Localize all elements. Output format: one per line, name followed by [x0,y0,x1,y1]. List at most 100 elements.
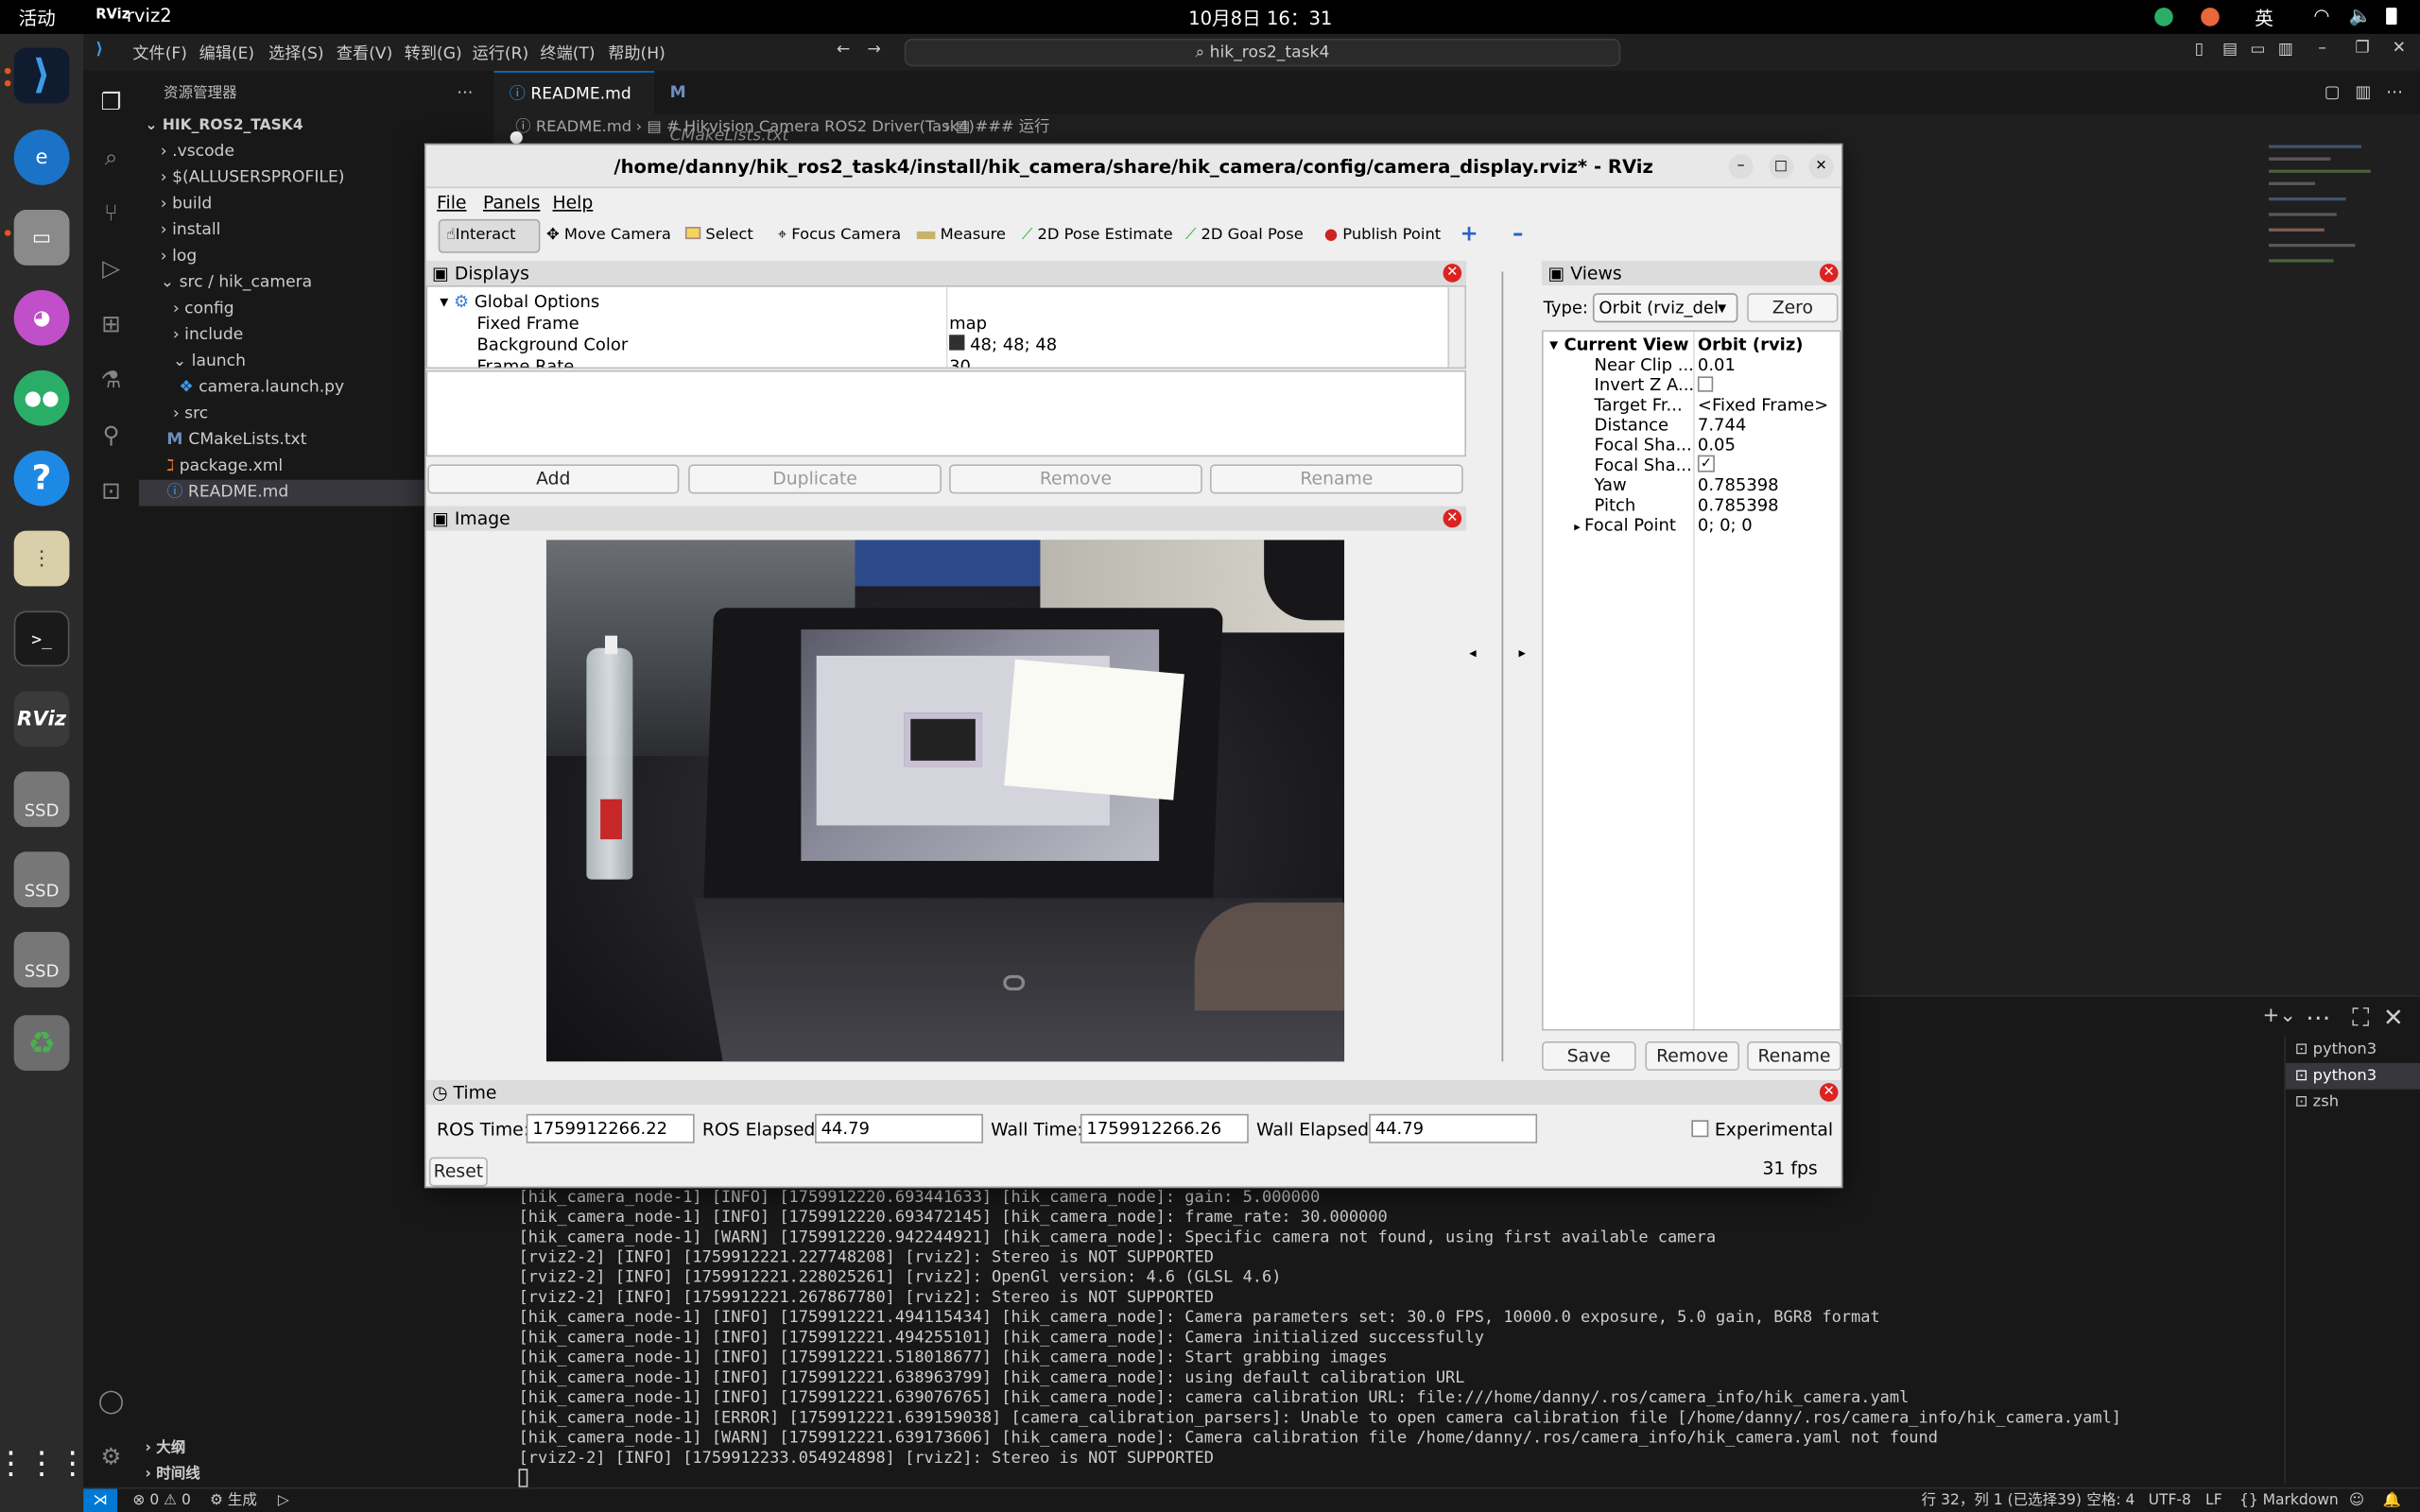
restore-icon[interactable]: ❐ [2355,39,2369,58]
view-type-select[interactable]: Orbit (rviz_del ▾ [1592,293,1738,323]
prop-distance[interactable]: Distance [1595,415,1669,435]
menu-terminal[interactable]: 终端(T) [540,42,608,64]
prop-focal-shape-fixed[interactable]: Focal Sha... [1595,455,1692,475]
encoding[interactable]: UTF-8 [2149,1489,2191,1512]
global-options-row[interactable]: ▾ ⚙ Global Options [440,292,599,312]
minimize-icon[interactable]: – [2318,39,2326,58]
timeline-section[interactable]: › 时间线 [145,1461,500,1487]
maximize-panel-icon[interactable]: ⛶ [2352,1003,2369,1034]
menu-file[interactable]: File [437,191,466,213]
edge-dock-icon[interactable]: e [13,129,70,185]
focal-shape-checkbox[interactable]: ✓ [1697,455,1715,472]
close-icon[interactable]: ✕ [1808,154,1834,180]
split-editor-icon[interactable]: ▥ [2355,82,2371,102]
terminal-list-item[interactable]: ⊡ zsh [2286,1090,2420,1116]
testing-icon[interactable]: ⚗ [95,364,127,395]
cursor-position[interactable]: 行 32，列 1 (已选择39) [1922,1489,2082,1512]
build-status[interactable]: ⚙ 生成 [210,1489,257,1512]
terminal-list-item[interactable]: ⊡ python3 [2285,1062,2420,1090]
new-terminal-icon[interactable]: +⌄ [2262,1005,2296,1027]
notifications-bell-icon[interactable]: 🔔 [2383,1489,2401,1512]
wall-time-field[interactable]: 1759912266.26 [1080,1113,1249,1143]
layout-icon[interactable]: ▯ [2195,40,2204,59]
menu-panels[interactable]: Panels [483,191,540,213]
add-button[interactable]: Add [427,464,680,494]
prop-target-frame[interactable]: Target Fr... [1595,395,1683,415]
duplicate-button[interactable]: Duplicate [688,464,942,494]
source-control-icon[interactable]: ⑂ [95,198,127,229]
tool-move-camera[interactable]: ✥ Move Camera [546,227,671,244]
search-icon[interactable]: ⌕ [95,142,127,173]
minimap[interactable] [2269,139,2374,324]
maximize-icon[interactable]: □ [1769,154,1794,180]
prop-pitch-value[interactable]: 0.785398 [1698,495,1779,515]
prop-background-color-value[interactable]: 48; 48; 48 [949,335,1057,355]
tab-readme[interactable]: ⓘ README.md ● [493,71,655,146]
remote-icon[interactable]: ⊡ [95,475,127,507]
language-mode[interactable]: {} Markdown [2239,1489,2339,1512]
more-actions-icon[interactable]: ⋯ [2306,1003,2330,1032]
prop-yaw-value[interactable]: 0.785398 [1698,475,1779,495]
tool-2d-pose-estimate[interactable]: ⟋ 2D Pose Estimate [1022,227,1173,244]
current-view-row[interactable]: ▾ Current View [1549,335,1688,354]
tray-app-icon[interactable] [2201,8,2220,26]
app-menu[interactable]: rviz2 [127,5,172,26]
help-dock-icon[interactable]: ? [13,450,70,507]
prop-focal-point[interactable]: ▸ Focal Point [1574,515,1676,535]
prop-pitch[interactable]: Pitch [1595,495,1636,515]
prop-frame-rate[interactable]: Frame Rate [476,356,574,367]
ros-icon[interactable]: ⚲ [95,420,127,451]
tool-publish-point[interactable]: ● Publish Point [1324,227,1441,244]
experimental-checkbox[interactable] [1691,1120,1709,1138]
activities-button[interactable]: 活动 [19,5,56,31]
account-icon[interactable]: ◯ [95,1385,127,1417]
extensions-icon[interactable]: ⊞ [95,309,127,340]
tool-2d-goal-pose[interactable]: ⟋ 2D Goal Pose [1185,227,1304,244]
menu-view[interactable]: 查看(V) [337,42,405,64]
feedback-icon[interactable]: ☺ [2349,1489,2364,1512]
input-method-indicator[interactable]: 英 [2255,5,2273,31]
menu-help[interactable]: Help [552,191,593,213]
wechat-tray-icon[interactable] [2154,8,2173,26]
cat-app-dock-icon[interactable]: ◕ [13,289,70,346]
run-icon[interactable]: ▷ [278,1489,289,1512]
menu-file[interactable]: 文件(F) [132,42,199,64]
prop-focal-shape-size[interactable]: Focal Sha... [1595,435,1692,455]
menu-go[interactable]: 转到(G) [405,42,473,64]
close-panel-icon[interactable]: ✕ [2383,1003,2404,1032]
tool-focus-camera[interactable]: ⌖ Focus Camera [778,227,901,244]
prop-distance-value[interactable]: 7.744 [1698,415,1746,435]
close-panel-icon[interactable]: ✕ [1443,508,1462,528]
terminal-list-item[interactable]: ⊡ python3 [2286,1037,2420,1063]
terminal-dock-icon[interactable]: >_ [13,610,70,667]
clock[interactable]: 10月8日 16：31 [1188,5,1332,31]
prop-invert-z[interactable]: Invert Z A... [1595,375,1695,395]
toggle-panel-icon[interactable]: ▭ [2250,40,2265,59]
menu-run[interactable]: 运行(R) [473,42,541,64]
wifi-icon[interactable]: ◠ [2313,5,2329,26]
indentation[interactable]: 空格: 4 [2086,1489,2135,1512]
outline-section[interactable]: › 大纲 [145,1435,500,1461]
files-dock-icon[interactable]: ▭ [13,210,70,266]
prop-background-color[interactable]: Background Color [476,335,628,354]
forward-arrow-icon[interactable]: → [868,40,881,59]
minimize-icon[interactable]: – [1728,154,1754,180]
save-view-button[interactable]: Save [1542,1041,1636,1072]
prop-frame-rate-value[interactable]: 30 [949,356,971,367]
current-view-value[interactable]: Orbit (rviz) [1698,335,1804,354]
remove-tool-icon[interactable]: – [1512,222,1523,247]
battery-icon[interactable] [2386,8,2397,26]
remote-indicator-icon[interactable]: ⋊ [83,1488,118,1512]
toggle-sidebar-icon[interactable]: ▤ [2222,40,2238,59]
ros-time-field[interactable]: 1759912266.22 [526,1113,695,1143]
collapse-right-icon[interactable]: ▸ [1519,646,1526,662]
ros-elapsed-field[interactable]: 44.79 [815,1113,983,1143]
rename-view-button[interactable]: Rename [1747,1041,1841,1072]
tab-cmakelists[interactable]: M CMakeLists.txt [654,71,815,145]
workspace-root[interactable]: ⌄ HIK_ROS2_TASK4 [145,112,500,139]
volume-icon[interactable]: 🔈 [2349,5,2372,26]
invert-z-checkbox[interactable] [1697,376,1714,392]
close-icon[interactable]: ✕ [2393,39,2406,58]
ssd-drive-icon[interactable]: SSD [13,771,70,828]
splitter[interactable] [1501,271,1504,1062]
